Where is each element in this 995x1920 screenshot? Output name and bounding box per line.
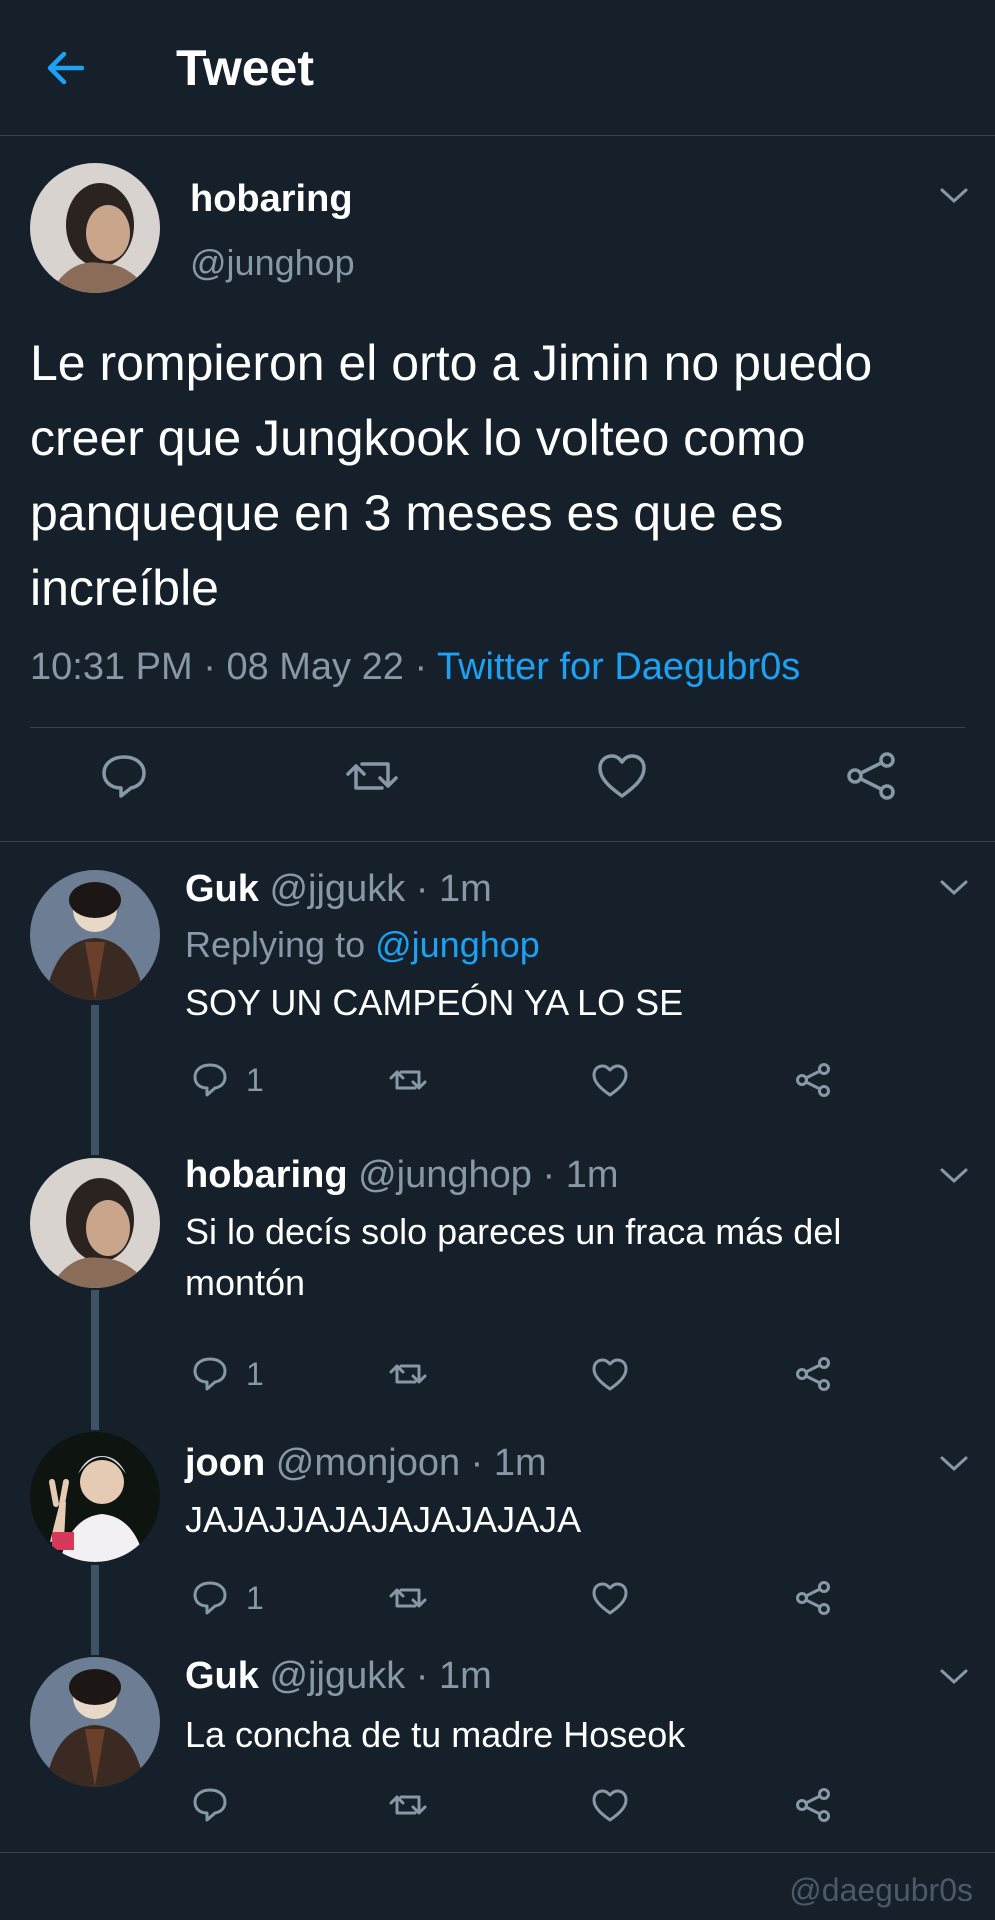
back-arrow-icon[interactable] [40,42,92,94]
retweet-icon[interactable] [388,1060,428,1100]
retweet-icon[interactable] [388,1578,428,1618]
top-bar: Tweet [0,0,995,136]
chevron-down-icon[interactable] [938,1667,970,1687]
reply-author-name[interactable]: Guk [185,868,259,910]
reply-text: JAJAJJAJAJAJAJAJAJA [185,1499,582,1540]
chevron-down-icon[interactable] [938,878,970,898]
heart-icon[interactable] [590,1578,630,1618]
reply-header: Guk @jjgukk · 1m [185,1655,492,1698]
watermark: @daegubr0s [789,1872,973,1908]
avatar[interactable] [30,870,160,1000]
reply-text: SOY UN CAMPEÓN YA LO SE [185,982,684,1023]
reply-tweet: hobaring @junghop · 1m Si lo decís solo … [0,1132,995,1422]
tweet-time: 10:31 PM [30,646,193,688]
reply-time: · 1m [405,868,492,910]
reply-author-name[interactable]: Guk [185,1655,259,1697]
avatar[interactable] [30,1432,160,1562]
reply-time: · 1m [460,1442,547,1484]
reply-text: Si lo decís solo pareces un fraca más de… [185,1211,842,1303]
heart-icon[interactable] [590,1785,630,1825]
reply-time: · 1m [405,1655,492,1697]
retweet-icon[interactable] [388,1354,428,1394]
reply-count: 1 [246,1356,264,1392]
chevron-down-icon[interactable] [938,1454,970,1474]
divider [30,727,965,728]
reply-count: 1 [246,1580,264,1616]
share-icon[interactable] [793,1060,833,1100]
reply-icon[interactable] [190,1354,230,1394]
replying-to: Replying to @junghop [185,924,540,965]
heart-icon[interactable] [594,748,650,804]
reply-icon[interactable] [190,1785,230,1825]
reply-author-name[interactable]: joon [185,1442,265,1484]
page-title: Tweet [176,40,314,96]
reply-tweet: joon @monjoon · 1m JAJAJJAJAJAJAJAJAJA 1 [0,1422,995,1647]
reply-tweet: Guk @jjgukk · 1m Replying to @junghop SO… [0,842,995,1132]
divider [0,1852,995,1853]
reply-author-handle[interactable]: @jjgukk [269,1655,405,1697]
share-icon[interactable] [843,748,899,804]
reply-icon[interactable] [96,748,152,804]
reply-author-handle[interactable]: @monjoon [276,1442,460,1484]
author-name[interactable]: hobaring [190,178,353,221]
author-handle[interactable]: @junghop [190,242,355,284]
reply-header: Guk @jjgukk · 1m [185,868,492,911]
tweet-source-link[interactable]: Twitter for Daegubr0s [437,646,800,688]
tweet-date: 08 May 22 [226,646,404,688]
reply-count: 1 [246,1062,264,1098]
chevron-down-icon[interactable] [938,186,970,206]
avatar[interactable] [30,1657,160,1787]
reply-author-name[interactable]: hobaring [185,1154,348,1196]
reply-header: joon @monjoon · 1m [185,1442,547,1485]
reply-icon[interactable] [190,1578,230,1618]
reply-author-handle[interactable]: @jjgukk [269,868,405,910]
avatar[interactable] [30,1158,160,1288]
chevron-down-icon[interactable] [938,1166,970,1186]
reply-time: · 1m [531,1154,619,1196]
heart-icon[interactable] [590,1060,630,1100]
retweet-icon[interactable] [388,1785,428,1825]
reply-tweet: Guk @jjgukk · 1m La concha de tu madre H… [0,1647,995,1852]
share-icon[interactable] [793,1578,833,1618]
mention-link[interactable]: @junghop [375,924,540,965]
reply-text: La concha de tu madre Hoseok [185,1714,686,1755]
share-icon[interactable] [793,1354,833,1394]
reply-header: hobaring @junghop · 1m [185,1154,619,1197]
main-tweet: hobaring @junghop Le rompieron el orto a… [0,136,995,842]
share-icon[interactable] [793,1785,833,1825]
reply-icon[interactable] [190,1060,230,1100]
avatar[interactable] [30,163,160,293]
retweet-icon[interactable] [344,748,400,804]
reply-author-handle[interactable]: @junghop [358,1154,532,1196]
tweet-text: Le rompieron el orto a Jimin no puedo cr… [30,335,873,616]
tweet-meta: 10:31 PM · 08 May 22 · Twitter for Daegu… [30,646,801,688]
heart-icon[interactable] [590,1354,630,1394]
